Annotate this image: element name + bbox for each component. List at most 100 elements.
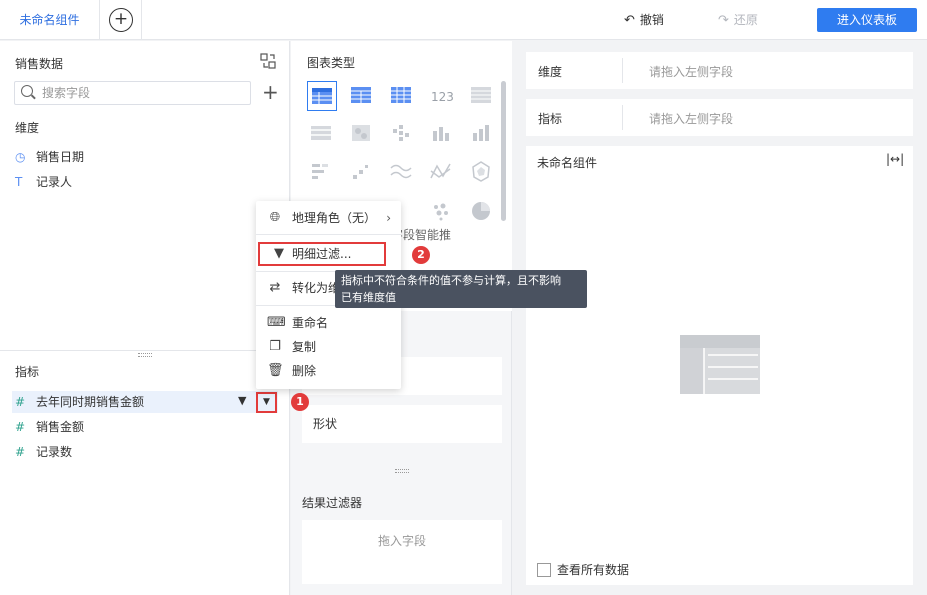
- menu-divider: [256, 234, 401, 235]
- chart-type-bar-icon[interactable]: [427, 119, 457, 149]
- dimension-row-placeholder: 请拖入左侧字段: [649, 65, 734, 79]
- chart-type-cross-table-icon[interactable]: [347, 81, 377, 111]
- detail-filter-tooltip: 指标中不符合条件的值不参与计算，且不影响 已有维度值: [335, 270, 587, 308]
- tab-unnamed-component[interactable]: 未命名组件: [0, 0, 100, 40]
- menu-item-label: 地理角色（无）: [292, 211, 377, 225]
- result-filter-drop-zone[interactable]: 拖入字段: [302, 520, 502, 584]
- hash-icon: #: [15, 420, 26, 434]
- chart-type-detail-table-icon[interactable]: [387, 81, 417, 111]
- empty-table-placeholder-icon: [680, 335, 760, 394]
- menu-item-detail-filter[interactable]: ▼ 明细过滤...: [258, 242, 386, 266]
- chart-type-text-table-icon[interactable]: [467, 81, 497, 111]
- dataset-title: 销售数据: [15, 57, 64, 71]
- menu-item-label: 转化为维: [292, 281, 341, 295]
- rename-icon: ⌨: [267, 315, 286, 330]
- hash-count-icon: #: [15, 445, 26, 459]
- field-dropdown-button[interactable]: ▼: [256, 392, 277, 413]
- see-all-data-option[interactable]: 查看所有数据: [537, 561, 629, 578]
- filter-icon: ▼: [274, 246, 284, 261]
- measure-row-placeholder: 请拖入左侧字段: [649, 112, 734, 126]
- field-recorder[interactable]: T 记录人: [15, 171, 72, 193]
- top-bar: 未命名组件 + ↶ 撤销 ↷ 还原 进入仪表板: [0, 0, 927, 40]
- field-sales-date[interactable]: ◷ 销售日期: [15, 146, 84, 168]
- undo-icon: ↶: [624, 13, 635, 28]
- tooltip-line-1: 指标中不符合条件的值不参与计算，且不影响: [341, 274, 561, 287]
- chart-type-kpi-icon[interactable]: 123: [427, 81, 457, 111]
- field-label: 销售金额: [36, 420, 85, 434]
- chart-type-area-icon[interactable]: [427, 157, 457, 187]
- menu-item-label: 重命名: [292, 316, 329, 330]
- panel-resize-handle[interactable]: [138, 353, 152, 357]
- add-field-button[interactable]: +: [262, 82, 279, 102]
- expand-width-icon[interactable]: |↔|: [886, 152, 904, 166]
- chart-type-scrollbar[interactable]: [501, 81, 506, 221]
- chart-type-block-icon[interactable]: [387, 119, 417, 149]
- chart-type-bubble-icon[interactable]: [427, 197, 457, 227]
- field-record-count[interactable]: # 记录数: [15, 441, 72, 463]
- shape-drop-zone[interactable]: 形状: [302, 405, 502, 443]
- menu-item-label: 明细过滤...: [292, 247, 352, 261]
- add-tab-button[interactable]: +: [109, 8, 133, 32]
- field-panel: 销售数据 + 维度 ◷ 销售日期 T 记录人 指标 # 去年同时期销售金额 ▼ ▼ #…: [0, 41, 290, 595]
- copy-icon: ❐: [269, 339, 281, 354]
- chart-type-line-icon[interactable]: [387, 157, 417, 187]
- widget-title: 未命名组件: [537, 156, 598, 170]
- undo-label: 撤销: [639, 13, 664, 27]
- search-input[interactable]: [42, 84, 242, 102]
- measures-title: 指标: [15, 365, 40, 379]
- dimensions-title: 维度: [15, 121, 40, 135]
- switch-dataset-icon[interactable]: [260, 53, 276, 69]
- dimension-drop-row[interactable]: 维度 请拖入左侧字段: [526, 52, 913, 89]
- chevron-right-icon: ›: [386, 211, 391, 225]
- tooltip-line-2: 已有维度值: [341, 291, 396, 304]
- chart-type-stacked-bar-icon[interactable]: [307, 157, 337, 187]
- annotation-badge-2: 2: [412, 246, 430, 264]
- globe-icon: 🌐︎: [269, 210, 281, 225]
- menu-item-geo-role[interactable]: 🌐︎ 地理角色（无） ›: [256, 206, 401, 230]
- chart-type-title: 图表类型: [307, 56, 356, 70]
- menu-item-rename[interactable]: ⌨ 重命名: [256, 311, 401, 335]
- clock-icon: ◷: [15, 150, 26, 164]
- undo-button[interactable]: ↶ 撤销: [624, 11, 664, 28]
- field-label: 记录数: [36, 445, 73, 459]
- see-all-data-label: 查看所有数据: [557, 563, 630, 577]
- redo-icon: ↷: [718, 13, 729, 28]
- field-label: 记录人: [36, 175, 73, 189]
- svg-text:123: 123: [431, 90, 454, 104]
- chart-type-pie-icon[interactable]: [467, 197, 497, 227]
- redo-label: 还原: [733, 13, 758, 27]
- see-all-data-checkbox[interactable]: [537, 563, 551, 577]
- chart-type-heat-table-icon[interactable]: [307, 119, 337, 149]
- chart-type-heatmap-icon[interactable]: [347, 119, 377, 149]
- menu-item-copy[interactable]: ❐ 复制: [256, 335, 401, 359]
- field-search-box[interactable]: [14, 81, 251, 105]
- middle-resize-handle[interactable]: [395, 469, 409, 473]
- redo-button[interactable]: ↷ 还原: [718, 11, 758, 28]
- field-sales-amount[interactable]: # 销售金额: [15, 416, 84, 438]
- result-filter-title: 结果过滤器: [302, 496, 363, 510]
- measure-drop-row[interactable]: 指标 请拖入左侧字段: [526, 99, 913, 136]
- field-label: 销售日期: [36, 150, 85, 164]
- text-type-icon: T: [15, 175, 23, 189]
- field-last-year-sales[interactable]: # 去年同时期销售金额: [15, 391, 144, 413]
- tab-divider: [141, 0, 142, 40]
- field-label: 去年同时期销售金额: [36, 395, 145, 409]
- menu-item-label: 删除: [292, 364, 317, 378]
- trash-icon: 🗑︎: [267, 363, 284, 378]
- chart-type-table-icon[interactable]: [307, 81, 337, 111]
- chart-type-scatter-icon[interactable]: [347, 157, 377, 187]
- chart-type-radar-icon[interactable]: [467, 157, 497, 187]
- menu-item-label: 复制: [292, 340, 317, 354]
- menu-item-delete[interactable]: 🗑︎ 删除: [256, 359, 401, 383]
- widget-preview: 未命名组件 |↔| 查看所有数据: [526, 146, 913, 585]
- annotation-badge-1: 1: [291, 393, 309, 411]
- search-icon: [21, 85, 33, 97]
- measure-row-label: 指标: [538, 112, 563, 126]
- chart-type-column-icon[interactable]: [467, 119, 497, 149]
- row-divider: [622, 58, 623, 83]
- hash-formula-icon: #: [15, 395, 26, 409]
- enter-dashboard-button[interactable]: 进入仪表板: [817, 8, 917, 32]
- swap-icon: ⇄: [269, 280, 281, 295]
- field-filter-indicator-icon: ▼: [238, 394, 247, 407]
- row-divider: [622, 105, 623, 130]
